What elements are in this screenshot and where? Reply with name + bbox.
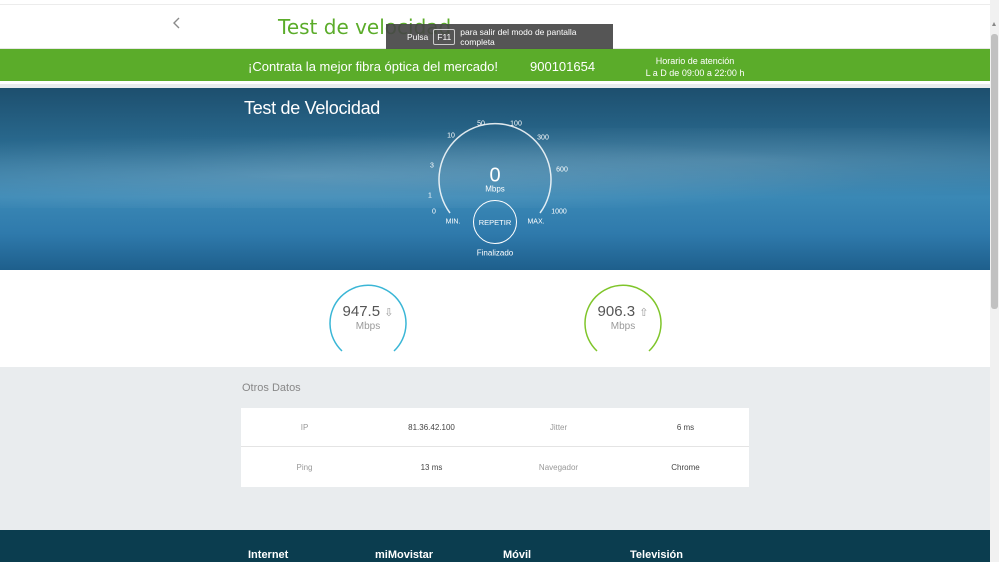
- f11-key: F11: [433, 28, 456, 45]
- arrow-down-icon: ⇩: [384, 307, 394, 319]
- download-value: 947.5: [342, 303, 381, 320]
- hours-title: Horario de atención: [655, 56, 735, 66]
- top-divider: [0, 4, 990, 5]
- footer-link-mimovistar[interactable]: miMovistar: [375, 549, 433, 561]
- page-scrollbar[interactable]: [990, 0, 999, 562]
- gauge-tick: 100: [510, 120, 522, 128]
- results-section: 947.5 ⇩ Mbps 906.3 ⇧ Mbps: [0, 270, 990, 367]
- gauge-tick: 600: [556, 166, 568, 174]
- gauge-max-label: MAX.: [527, 218, 545, 226]
- gauge-tick: 0: [432, 208, 436, 216]
- ip-label: IP: [300, 422, 309, 432]
- gauge-tick: 10: [447, 132, 455, 140]
- table-row: IP 81.36.42.100 Jitter 6 ms: [241, 408, 749, 447]
- gauge-tick: 300: [537, 134, 549, 142]
- scrollbar-thumb[interactable]: [991, 34, 998, 309]
- footer: Internet miMovistar Móvil Televisión: [0, 530, 990, 562]
- other-data-title: Otros Datos: [242, 382, 301, 394]
- table-row: Ping 13 ms Navegador Chrome: [241, 448, 749, 487]
- speed-gauge: 0 1 3 10 50 100 300 600 1000 0 Mbps MIN.…: [0, 88, 990, 270]
- footer-link-television[interactable]: Televisión: [630, 549, 683, 561]
- ping-label: Ping: [296, 463, 313, 472]
- upload-value: 906.3: [597, 303, 636, 320]
- other-data-table: IP 81.36.42.100 Jitter 6 ms Ping 13 ms N…: [241, 408, 749, 487]
- gauge-tick: 1000: [551, 208, 567, 216]
- gauge-tick: 50: [477, 120, 485, 128]
- footer-link-movil[interactable]: Móvil: [503, 549, 531, 561]
- gauge-unit: Mbps: [485, 184, 505, 194]
- toast-prefix: Pulsa: [407, 31, 429, 42]
- arrow-up-icon: ⇧: [639, 307, 649, 319]
- gauge-tick: 1: [428, 192, 432, 200]
- upload-unit: Mbps: [610, 321, 636, 332]
- gauge-min-label: MIN.: [445, 218, 461, 226]
- ping-value: 13 ms: [420, 463, 443, 472]
- jitter-value: 6 ms: [676, 422, 695, 432]
- repeat-label: REPETIR: [478, 217, 512, 227]
- download-unit: Mbps: [355, 321, 381, 332]
- speedtest-hero: Test de Velocidad 0 1 3 10 50 100 300 60…: [0, 88, 990, 270]
- promo-hours: Horario de atención L a D de 09:00 a 22:…: [640, 55, 750, 79]
- promo-cta[interactable]: ¡Contrata la mejor fibra óptica del merc…: [248, 59, 498, 74]
- browser-value: Chrome: [671, 463, 700, 472]
- promo-phone[interactable]: 900101654: [530, 59, 595, 74]
- jitter-label: Jitter: [549, 422, 568, 432]
- gauge-tick: 3: [430, 162, 434, 170]
- fullscreen-toast: Pulsa F11 para salir del modo de pantall…: [386, 24, 613, 49]
- upload-value-row: 906.3 ⇧: [583, 303, 663, 320]
- scroll-up-icon[interactable]: [992, 22, 996, 26]
- repeat-button[interactable]: REPETIR: [473, 200, 517, 244]
- other-data-section: Otros Datos IP 81.36.42.100 Jitter 6 ms …: [0, 367, 990, 515]
- hours-value: L a D de 09:00 a 22:00 h: [645, 68, 745, 78]
- footer-link-internet[interactable]: Internet: [248, 549, 288, 561]
- test-status: Finalizado: [476, 248, 514, 258]
- chevron-left-icon: [173, 17, 180, 29]
- back-button[interactable]: [172, 16, 190, 38]
- browser-label: Navegador: [538, 463, 579, 472]
- download-value-row: 947.5 ⇩: [328, 303, 408, 320]
- promo-bar: ¡Contrata la mejor fibra óptica del merc…: [0, 49, 990, 84]
- download-result: 947.5 ⇩ Mbps: [328, 279, 408, 359]
- toast-suffix: para salir del modo de pantalla completa: [460, 26, 577, 47]
- upload-result: 906.3 ⇧ Mbps: [583, 279, 663, 359]
- ip-value: 81.36.42.100: [408, 422, 455, 432]
